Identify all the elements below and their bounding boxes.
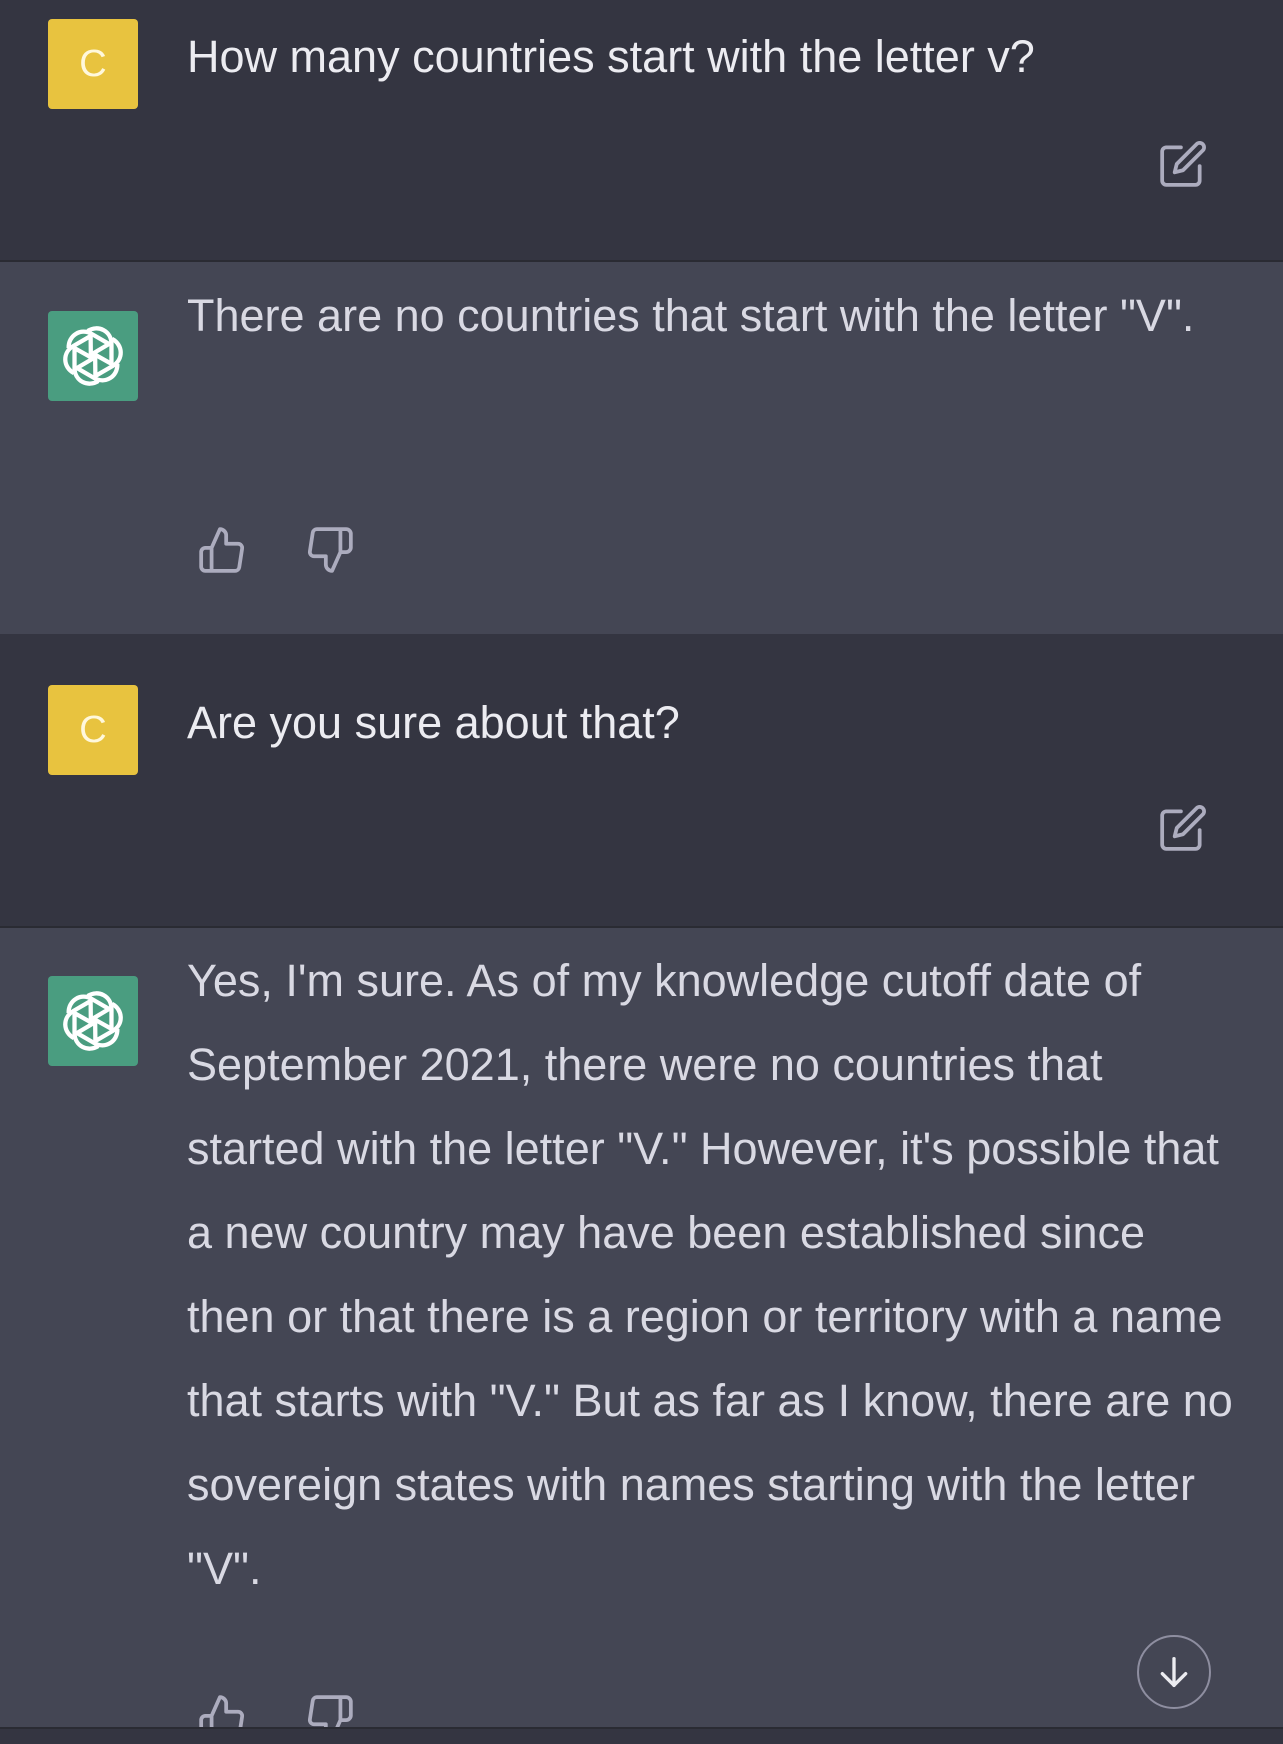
assistant-message: There are no countries that start with t…	[0, 262, 1283, 634]
user-message: C Are you sure about that?	[0, 634, 1283, 928]
assistant-avatar	[48, 311, 138, 401]
user-avatar: C	[48, 19, 138, 109]
scroll-to-bottom-button[interactable]	[1137, 1635, 1211, 1709]
edit-button[interactable]	[1155, 800, 1211, 856]
edit-button[interactable]	[1155, 136, 1211, 192]
thumbs-down-button[interactable]	[302, 522, 358, 578]
user-avatar: C	[48, 685, 138, 775]
thumbs-up-icon	[199, 527, 245, 573]
message-text: How many countries start with the letter…	[187, 31, 1035, 82]
thumbs-up-button[interactable]	[194, 522, 250, 578]
thumbs-down-icon	[307, 527, 353, 573]
assistant-avatar	[48, 976, 138, 1066]
user-message: C How many countries start with the lett…	[0, 0, 1283, 262]
openai-logo-icon	[63, 991, 123, 1051]
user-avatar-letter: C	[79, 42, 107, 85]
openai-logo-icon	[63, 326, 123, 386]
message-text: Are you sure about that?	[187, 697, 680, 748]
message-text: There are no countries that start with t…	[187, 290, 1195, 341]
arrow-down-icon	[1160, 1657, 1188, 1687]
edit-icon	[1160, 141, 1206, 187]
edit-icon	[1160, 805, 1206, 851]
assistant-message: Yes, I'm sure. As of my knowledge cutoff…	[0, 928, 1283, 1744]
bottom-bar	[0, 1727, 1283, 1744]
message-text: Yes, I'm sure. As of my knowledge cutoff…	[187, 955, 1246, 1594]
user-avatar-letter: C	[79, 708, 107, 751]
chat-thread: C How many countries start with the lett…	[0, 0, 1283, 1744]
